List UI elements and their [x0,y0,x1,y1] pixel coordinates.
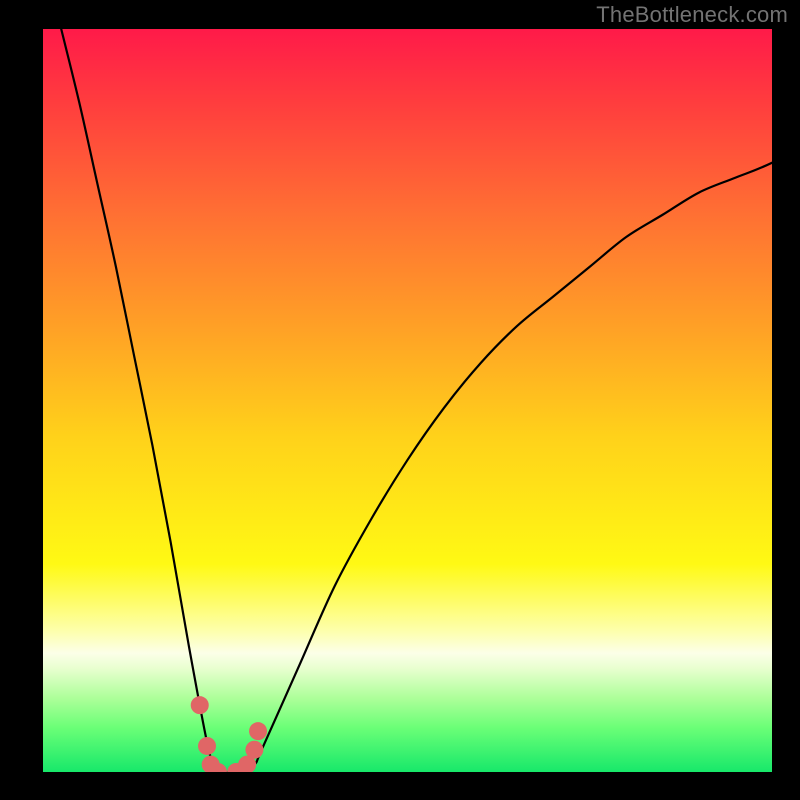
curve-layer [43,29,772,772]
watermark-text: TheBottleneck.com [596,2,788,28]
highlight-point [198,737,216,755]
highlight-point [249,722,267,740]
highlight-markers [191,696,267,772]
highlight-point [245,741,263,759]
bottleneck-curve [43,29,772,772]
chart-frame: TheBottleneck.com [0,0,800,800]
plot-area [43,29,772,772]
highlight-point [191,696,209,714]
